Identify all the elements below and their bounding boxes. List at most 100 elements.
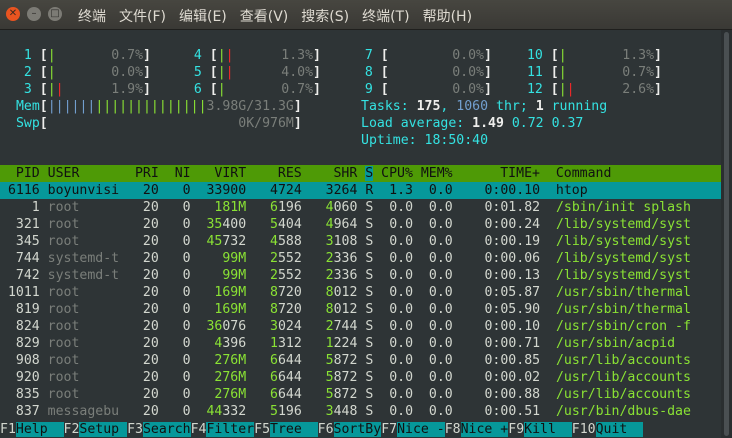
fkey-f2[interactable]: F2 <box>63 422 80 437</box>
terminal-area[interactable]: 1 [| 0.7%] 4 [|| 1.3%] 7 [ 0.0%] 10 [| 1… <box>0 30 721 438</box>
mem-bar-buffers: |||||| <box>47 99 96 114</box>
column-command[interactable]: Command <box>556 166 612 181</box>
column-res[interactable]: RES <box>254 166 310 181</box>
meter-bracket: [ <box>380 48 389 63</box>
column-shr[interactable]: SHR <box>310 166 366 181</box>
fkey-f5[interactable]: F5 <box>254 422 271 437</box>
maximize-button[interactable]: □ <box>48 7 62 21</box>
column-user[interactable]: USER <box>48 166 127 181</box>
fkey-f8[interactable]: F8 <box>444 422 461 437</box>
meter-bracket: [ <box>550 65 559 80</box>
cpu-percent: 0.7% <box>103 48 144 63</box>
process-row[interactable]: 829 root 20 0 4396 1312 1224 S 0.0 0.0 0… <box>0 335 675 352</box>
fkey-label-sortby[interactable]: SortBy <box>333 422 382 437</box>
cell-state: S <box>365 302 382 317</box>
cell-shr: 336 <box>333 251 358 266</box>
fkey-label-quit[interactable]: Quit <box>595 422 644 437</box>
cell-pid: 321 <box>0 217 48 232</box>
menu-terminal[interactable]: 终端(T) <box>362 6 409 25</box>
fkey-label-filter[interactable]: Filter <box>206 422 255 437</box>
column-virt[interactable]: VIRT <box>199 166 255 181</box>
pad <box>246 404 254 419</box>
fkey-f4[interactable]: F4 <box>190 422 207 437</box>
fkey-label-setup[interactable]: Setup <box>79 422 128 437</box>
process-row[interactable]: 1011 root 20 0 169M 8720 8012 S 0.0 0.0 … <box>0 284 691 301</box>
fkey-label-search[interactable]: Search <box>142 422 191 437</box>
process-row[interactable]: 345 root 20 0 45732 4588 3108 S 0.0 0.0 … <box>0 233 691 250</box>
cpu-bar-segment: | <box>217 48 226 63</box>
menu-help[interactable]: 帮助(H) <box>423 6 472 25</box>
process-row[interactable]: 837 messagebu 20 0 44332 5196 3448 S 0.0… <box>0 403 691 420</box>
meter-bracket: ] <box>654 65 662 80</box>
fkey-label-kill[interactable]: Kill <box>524 422 572 437</box>
cell-shr: 336 <box>333 268 358 283</box>
process-row[interactable]: 6116 boyunvisi 20 0 33900 4724 3264 R 1.… <box>0 182 721 199</box>
cpu-number: 11 <box>519 65 551 80</box>
fkey-label-tree[interactable]: Tree <box>270 422 318 437</box>
load-5min: 0.72 <box>503 116 544 131</box>
meter-bracket: ] <box>143 65 151 80</box>
process-row[interactable]: 742 systemd-t 20 0 99M 2552 2336 S 0.0 0… <box>0 267 691 284</box>
mem-bar-used: |||||||||||||| <box>95 99 207 114</box>
minimize-button[interactable]: – <box>27 7 41 21</box>
column-mem[interactable]: MEM% <box>421 166 461 181</box>
column-time[interactable]: TIME+ <box>461 166 556 181</box>
process-row[interactable]: 321 root 20 0 35400 5404 4964 S 0.0 0.0 … <box>0 216 691 233</box>
cell-shr: 4 <box>325 200 334 215</box>
fkey-label-nice[interactable]: Nice + <box>460 422 509 437</box>
fkey-f10[interactable]: F10 <box>571 422 596 437</box>
process-row[interactable]: 744 systemd-t 20 0 99M 2552 2336 S 0.0 0… <box>0 250 691 267</box>
process-row[interactable]: 824 root 20 0 36076 3024 2744 S 0.0 0.0 … <box>0 318 691 335</box>
cell-command: /usr/sbin/thermal <box>555 302 691 317</box>
column-cpu[interactable]: CPU% <box>373 166 421 181</box>
column-s[interactable]: S <box>365 166 374 181</box>
column-pid[interactable]: PID <box>0 166 48 181</box>
cell-pid: 1 <box>0 200 48 215</box>
function-key-bar: F1Help F2Setup F3SearchF4FilterF5Tree F6… <box>0 421 732 438</box>
close-button[interactable]: ✕ <box>6 7 20 21</box>
process-row[interactable]: 920 root 20 0 276M 6644 5872 S 0.0 0.0 0… <box>0 369 691 386</box>
threads-label: thr; <box>488 99 536 114</box>
swap-meter: Swp[ 0K/976M] <box>8 115 302 132</box>
menu-app-title[interactable]: 终端 <box>78 6 106 25</box>
process-row[interactable]: 1 root 20 0 181M 6196 4060 S 0.0 0.0 0:0… <box>0 199 691 216</box>
pad <box>254 319 270 334</box>
tasks-line: Tasks: 175, 1060 thr; 1 running <box>361 98 607 115</box>
pad <box>246 319 254 334</box>
cell-command: /usr/lib/accounts <box>555 370 691 385</box>
fkey-label-help[interactable]: Help <box>15 422 64 437</box>
menu-edit[interactable]: 编辑(E) <box>179 6 227 25</box>
cell-ni: 0 <box>166 200 199 215</box>
fkey-f3[interactable]: F3 <box>127 422 143 437</box>
fkey-f6[interactable]: F6 <box>317 422 334 437</box>
cpu-bar-segment: | <box>47 82 56 97</box>
cell-command: /usr/sbin/acpid <box>555 336 676 351</box>
cell-mem: 0.0 <box>420 370 461 385</box>
menu-search[interactable]: 搜索(S) <box>301 6 349 25</box>
cell-res: 4 <box>270 234 278 249</box>
fkey-label-nice[interactable]: Nice - <box>397 422 445 437</box>
cpu-percent: 0.0% <box>444 48 484 63</box>
process-row[interactable]: 819 root 20 0 169M 8720 8012 S 0.0 0.0 0… <box>0 301 691 318</box>
pad <box>254 251 270 266</box>
fkey-f7[interactable]: F7 <box>381 422 398 437</box>
cpu-bar-segment: | <box>47 48 56 63</box>
cell-virt: 276M <box>214 353 247 368</box>
cell-shr: 5 <box>325 370 334 385</box>
scrollbar-thumb[interactable] <box>724 32 729 436</box>
process-row[interactable]: 908 root 20 0 276M 6644 5872 S 0.0 0.0 0… <box>0 352 691 369</box>
scrollbar[interactable] <box>721 30 732 438</box>
process-table-header[interactable]: PID USER PRI NI VIRT RES SHR S CPU% MEM%… <box>0 165 721 182</box>
cell-ni: 0 <box>166 370 199 385</box>
fkey-f1[interactable]: F1 <box>0 422 16 437</box>
process-row[interactable]: 835 root 20 0 276M 6644 5872 S 0.0 0.0 0… <box>0 386 691 403</box>
cpu-bar-segment: | <box>558 82 567 97</box>
meter-bracket: ] <box>293 116 302 131</box>
menu-view[interactable]: 查看(V) <box>240 6 289 25</box>
fkey-f9[interactable]: F9 <box>508 422 525 437</box>
column-ni[interactable]: NI <box>167 166 199 181</box>
menu-file[interactable]: 文件(F) <box>119 6 166 25</box>
pad <box>254 404 270 419</box>
cpu-bar-segment: | <box>55 82 64 97</box>
column-pri[interactable]: PRI <box>127 166 167 181</box>
